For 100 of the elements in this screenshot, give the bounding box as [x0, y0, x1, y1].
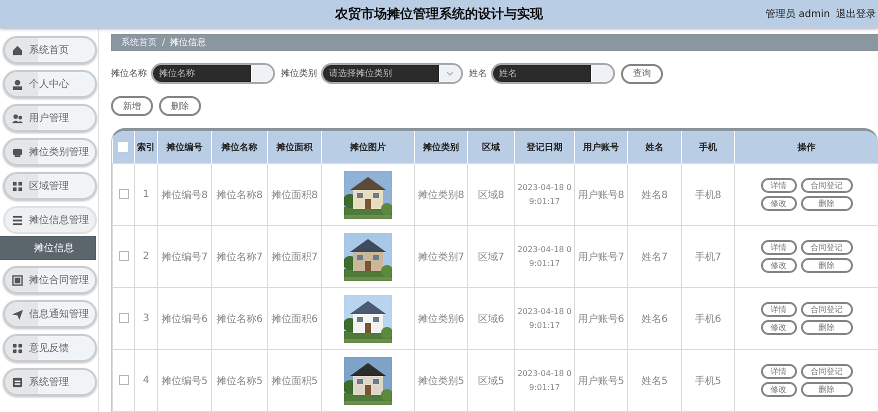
table-cell: 2	[142, 251, 150, 262]
table-cell: 手机6	[694, 314, 722, 324]
send-icon	[12, 308, 23, 320]
delete-button[interactable]: 删除	[159, 96, 201, 116]
table-cell: 姓名7	[641, 252, 668, 262]
row-checkbox[interactable]	[118, 189, 128, 200]
table-cell: 用户账号6	[578, 314, 624, 324]
column-header: 摊位面积	[276, 142, 312, 152]
menu-item[interactable]: 信息通知管理	[3, 300, 97, 328]
grid-icon	[12, 342, 23, 354]
row-action-button[interactable]: 合同登记	[800, 240, 852, 255]
menu-item[interactable]: 摊位类别管理	[3, 138, 97, 166]
table-cell: 2023-04-18 09:01:17	[517, 244, 572, 268]
breadcrumb-link[interactable]: 系统首页	[121, 36, 157, 49]
table-cell: 摊位类别7	[418, 252, 464, 262]
table-cell: 摊位类别5	[418, 376, 464, 386]
table-cell: 摊位名称7	[216, 252, 263, 262]
input-field[interactable]: 摊位名称	[151, 63, 275, 84]
row-action-button[interactable]: 详情	[760, 178, 796, 193]
home-icon	[12, 44, 23, 56]
menu-item[interactable]: 用户管理	[3, 104, 97, 132]
row-checkbox[interactable]	[118, 375, 128, 386]
caret-icon	[447, 72, 453, 76]
table-cell: 用户账号7	[578, 252, 624, 262]
row-action-button[interactable]: 修改	[760, 320, 796, 335]
person-icon	[12, 78, 23, 90]
row-action-button[interactable]: 删除	[800, 196, 852, 211]
column-header: 摊位类别	[423, 142, 459, 152]
column-header: 登记日期	[526, 142, 562, 152]
user-label: 管理员 admin	[765, 8, 830, 21]
table-cell: 摊位面积6	[271, 314, 318, 324]
row-action-button[interactable]: 详情	[760, 240, 796, 255]
table-cell: 2023-04-18 09:01:17	[517, 182, 572, 206]
table-cell: 用户账号5	[578, 376, 624, 386]
field-label: 姓名	[469, 68, 487, 80]
table-cell: 区域8	[478, 190, 504, 200]
row-action-button[interactable]: 详情	[760, 364, 796, 379]
table-cell: 2023-04-18 09:01:17	[517, 306, 572, 330]
column-header: 用户账号	[583, 142, 619, 152]
menu-item[interactable]: 个人中心	[3, 70, 97, 98]
column-header: 摊位编号	[166, 142, 202, 152]
table-cell: 摊位类别6	[418, 314, 464, 324]
row-checkbox[interactable]	[118, 251, 128, 262]
row-action-button[interactable]: 修改	[760, 382, 796, 397]
tag-icon	[12, 146, 23, 158]
row-action-button[interactable]: 删除	[800, 320, 852, 335]
table-cell: 摊位名称6	[216, 314, 263, 324]
table-cell: 摊位面积8	[271, 190, 318, 200]
field-label: 摊位名称	[111, 68, 147, 80]
menu-item[interactable]: 摊位信息管理	[3, 206, 97, 234]
table-cell: 手机5	[694, 376, 722, 386]
add-button[interactable]: 新增	[111, 96, 153, 116]
breadcrumb-separator: /	[162, 38, 166, 48]
column-header: 操作	[798, 142, 816, 152]
row-action-button[interactable]: 详情	[760, 302, 796, 317]
column-header: 摊位名称	[222, 142, 258, 152]
square-icon	[12, 274, 23, 286]
menu-item[interactable]: 系统管理	[3, 368, 97, 396]
table-cell: 摊位名称8	[216, 190, 263, 200]
table-cell: 1	[142, 189, 150, 200]
column-header: 姓名	[646, 142, 664, 152]
row-checkbox[interactable]	[118, 313, 128, 324]
table-cell: 4	[142, 375, 150, 386]
table-cell: 摊位编号7	[161, 252, 208, 262]
select-all-checkbox[interactable]	[118, 142, 128, 152]
row-action-button[interactable]: 删除	[800, 258, 852, 273]
table-cell: 摊位面积5	[271, 376, 318, 386]
row-action-button[interactable]: 修改	[760, 258, 796, 273]
column-header: 区域	[482, 142, 500, 152]
logout-link[interactable]: 退出登录	[836, 7, 876, 21]
table-cell: 2023-04-18 09:01:17	[517, 368, 572, 392]
column-header: 摊位图片	[350, 142, 386, 152]
column-header: 手机	[699, 142, 717, 152]
table-cell: 摊位编号5	[161, 376, 208, 386]
select-field[interactable]: 请选择摊位类别	[321, 63, 463, 84]
row-action-button[interactable]: 删除	[800, 382, 852, 397]
menu-item[interactable]: 摊位合同管理	[3, 266, 97, 294]
people-icon	[12, 112, 23, 124]
table-cell: 手机8	[694, 190, 722, 200]
submenu-item[interactable]: 摊位信息	[0, 236, 96, 260]
menu-item[interactable]: 意见反馈	[3, 334, 97, 362]
row-action-button[interactable]: 合同登记	[800, 364, 852, 379]
table-cell: 区域5	[478, 376, 504, 386]
row-action-button[interactable]: 修改	[760, 196, 796, 211]
menu-item[interactable]: 系统首页	[3, 36, 97, 64]
menu-item[interactable]: 区域管理	[3, 172, 97, 200]
table-cell: 摊位面积7	[271, 252, 318, 262]
row-action-button[interactable]: 合同登记	[800, 178, 852, 193]
table-cell: 区域6	[478, 314, 504, 324]
document-icon	[12, 376, 23, 388]
field-label: 摊位类别	[281, 68, 317, 80]
list-icon	[12, 214, 23, 226]
input-field[interactable]: 姓名	[491, 63, 615, 84]
table-cell: 手机7	[694, 252, 722, 262]
table-cell: 区域7	[478, 252, 504, 262]
table-cell: 摊位类别8	[418, 190, 464, 200]
table-cell: 姓名8	[641, 190, 668, 200]
table-cell: 姓名6	[641, 314, 668, 324]
row-action-button[interactable]: 合同登记	[800, 302, 852, 317]
search-button[interactable]: 查询	[621, 64, 663, 84]
